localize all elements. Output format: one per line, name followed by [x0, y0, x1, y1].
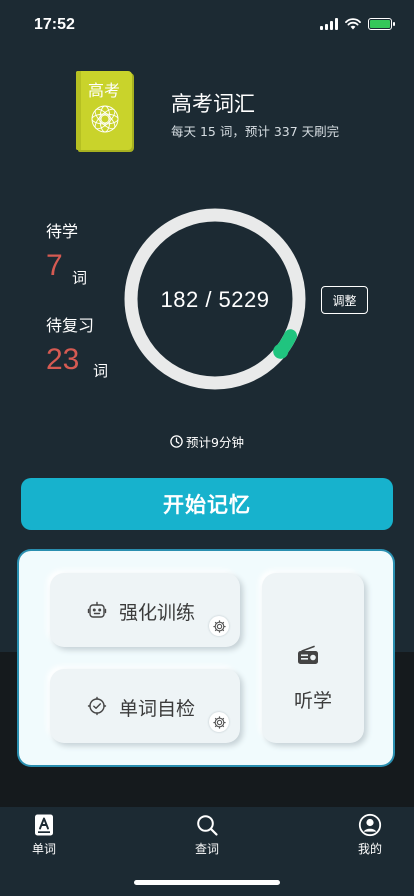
signal-icon: [320, 18, 338, 30]
status-time: 17:52: [34, 16, 75, 33]
battery-icon: [368, 18, 395, 30]
book-cover-title: 高考: [87, 81, 120, 100]
wifi-icon: [345, 18, 361, 30]
nav-item-words[interactable]: 单词: [14, 813, 74, 857]
check-badge-icon: [87, 696, 107, 716]
to-learn-unit: 词: [72, 269, 88, 287]
progress-text: 182 / 5229: [160, 287, 270, 312]
nav-label-words: 单词: [31, 842, 56, 856]
radio-icon: [298, 645, 318, 664]
robot-icon: [87, 601, 107, 618]
gear-icon: [212, 619, 226, 633]
intensive-training-card[interactable]: 强化训练: [50, 573, 240, 647]
time-estimate: 预计9分钟: [0, 432, 414, 451]
to-review-count: 23: [46, 343, 80, 376]
to-review-unit: 词: [93, 362, 109, 380]
search-icon: [197, 815, 218, 836]
nav-label-lookup: 查词: [194, 842, 219, 856]
practice-panel: 强化训练 单词自检 听学: [19, 551, 393, 765]
start-memorize-button[interactable]: 开始记忆: [21, 478, 393, 530]
home-indicator[interactable]: [134, 880, 280, 885]
book-plan: 每天 15 词，预计 337 天刷完: [171, 124, 340, 139]
nav-item-lookup[interactable]: 查词: [177, 813, 237, 857]
book-a-icon: [35, 814, 53, 836]
flower-pattern-icon: [91, 105, 119, 133]
clock-icon: [170, 435, 183, 448]
word-self-check-label: 单词自检: [119, 698, 196, 720]
word-self-check-settings[interactable]: [209, 712, 229, 732]
book-name[interactable]: 高考词汇: [171, 88, 255, 118]
adjust-button[interactable]: 调整: [321, 286, 368, 314]
to-review-label: 待复习: [46, 316, 95, 335]
to-learn-count: 7: [46, 249, 63, 282]
time-estimate-label: 预计9分钟: [186, 435, 244, 450]
user-icon: [358, 813, 382, 837]
nav-item-mine[interactable]: 我的: [340, 813, 400, 857]
listening-label: 听学: [293, 690, 332, 712]
to-learn-label: 待学: [46, 222, 79, 241]
gear-icon: [212, 715, 226, 729]
intensive-training-settings[interactable]: [209, 616, 229, 636]
intensive-training-label: 强化训练: [119, 602, 196, 624]
status-bar: 17:52: [0, 0, 414, 50]
progress-indicator-dot: [273, 343, 289, 359]
word-self-check-card[interactable]: 单词自检: [50, 669, 240, 743]
listening-card[interactable]: 听学: [262, 573, 364, 743]
book-cover[interactable]: 高考: [76, 71, 132, 150]
nav-label-mine: 我的: [357, 842, 382, 856]
status-icons: [320, 18, 395, 30]
